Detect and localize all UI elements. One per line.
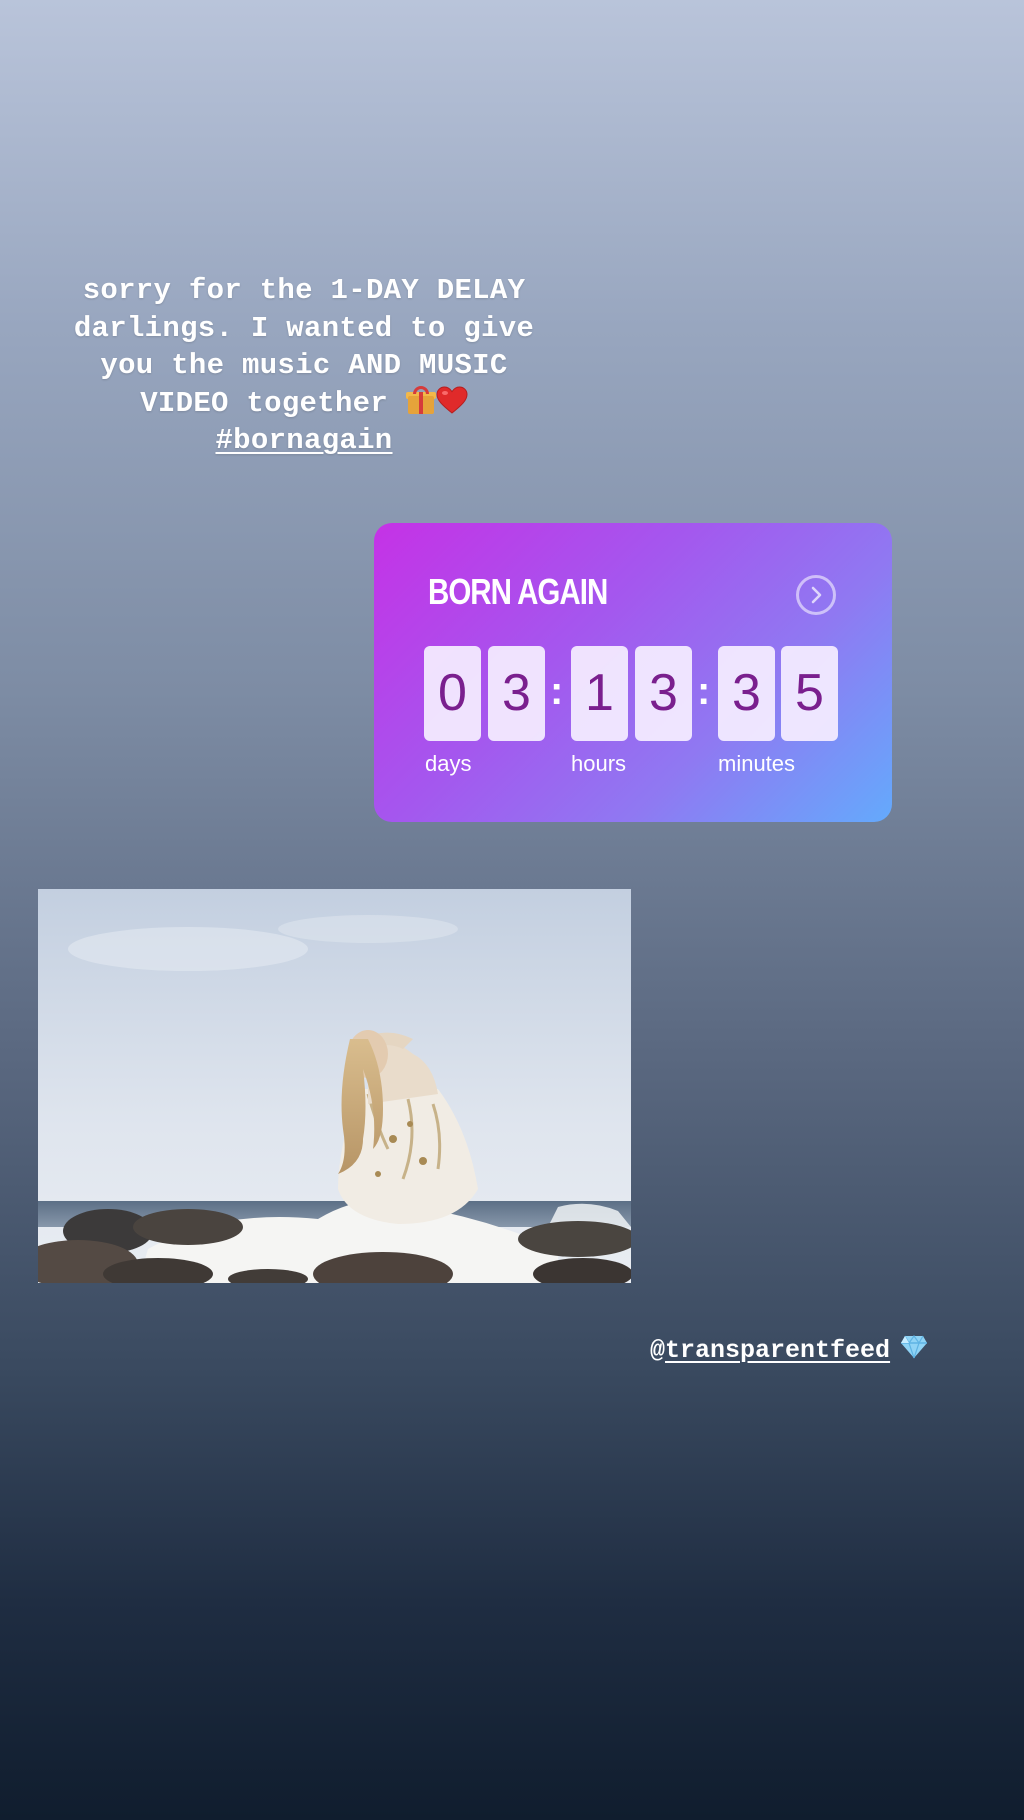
caption-line-4-text: VIDEO together [140,386,389,420]
user-mention[interactable]: @transparentfeed [650,1335,928,1365]
countdown-minutes-tens: 3 [718,646,775,741]
countdown-label-minutes: minutes [718,751,796,776]
caption-line-4: VIDEO together [30,385,578,423]
countdown-hours-ones: 3 [635,646,692,741]
caption-hashtag-line: #bornagain [30,422,578,460]
countdown-days-ones: 3 [488,646,545,741]
mention-prefix: @ [650,1336,666,1365]
countdown-days-tens: 0 [424,646,481,741]
caption-line-2: darlings. I wanted to give [73,311,535,345]
caption-line-3: you the music AND MUSIC [100,349,508,382]
heart-icon [436,385,468,414]
countdown-separator-1: : [550,669,564,713]
hashtag-link[interactable]: #bornagain [215,424,392,457]
countdown-open-button[interactable] [796,575,836,615]
story-photo [38,889,631,1283]
caption-line-1: sorry for the 1-DAY DELAY [82,274,526,307]
story-caption: sorry for the 1-DAY DELAY darlings. I wa… [30,272,578,460]
countdown-separator-2: : [697,669,711,713]
countdown-title: BORN AGAIN [428,571,608,612]
countdown-sticker[interactable]: BORN AGAIN 0 3 : 1 3 : 3 5 days hours mi… [374,523,892,822]
countdown-label-hours: hours [571,751,627,776]
photo-illustration [38,889,631,1283]
mention-handle[interactable]: transparentfeed [665,1336,890,1365]
chevron-right-circle-icon [811,586,822,604]
gift-icon [405,385,436,414]
countdown-label-days: days [425,751,472,776]
countdown-minutes-ones: 5 [781,646,838,741]
gem-icon [901,1335,928,1359]
countdown-hours-tens: 1 [571,646,628,741]
